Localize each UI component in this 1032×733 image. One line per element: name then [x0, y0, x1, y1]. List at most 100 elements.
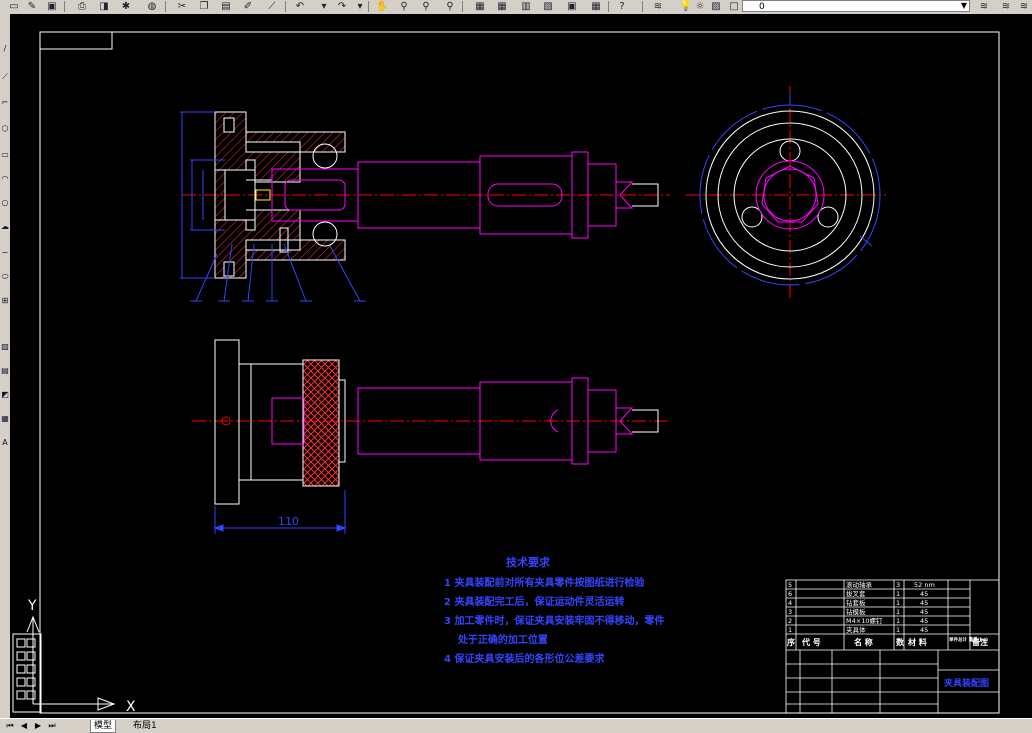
pan-icon[interactable]: ✋ [374, 0, 390, 13]
tech-req-line: 2 夹具装配完工后，保证运动件灵活运转 [444, 595, 624, 608]
first-tab-icon[interactable]: ⏮ [4, 720, 16, 732]
design-center-icon[interactable]: ▦ [494, 0, 510, 13]
dimension-110-label: 110 [278, 515, 299, 528]
layout-tab-bar: ⏮ ◀ ▶ ⏭ 模型 布局1 [0, 718, 1032, 733]
tech-req-line: 4 保证夹具安装后的各形位公差要求 [444, 652, 605, 665]
layer-states-icon[interactable]: ≋ [998, 0, 1014, 13]
row-material: 45 [920, 626, 928, 634]
row-name: 钻套板 [846, 598, 866, 607]
layer-name: 0 [759, 2, 765, 12]
revision-cloud-icon[interactable]: ☁ [0, 220, 10, 234]
properties-icon[interactable]: ▦ [472, 0, 488, 13]
gradient-icon[interactable]: ▤ [0, 364, 10, 378]
mtext-icon[interactable]: A [0, 436, 10, 450]
tab-model[interactable]: 模型 [90, 720, 117, 733]
row-material: 45 [920, 599, 928, 607]
zoom-realtime-icon[interactable]: ⚲ [396, 0, 412, 13]
tab-layout1[interactable]: 布局1 [130, 720, 160, 732]
save-icon[interactable]: ▣ [44, 0, 60, 13]
row-num: 4 [788, 599, 792, 607]
redo-dropdown-icon[interactable]: ▾ [352, 0, 368, 13]
line-icon[interactable]: / [0, 42, 10, 56]
layer-manager-icon[interactable]: ≋ [650, 0, 666, 13]
next-tab-icon[interactable]: ▶ [32, 720, 44, 732]
front-view[interactable]: 110 [192, 339, 670, 534]
cut-icon[interactable]: ✂ [174, 0, 190, 13]
tech-req-line: 处于正确的加工位置 [444, 633, 548, 646]
paste-icon[interactable]: ▤ [218, 0, 234, 13]
last-tab-icon[interactable]: ⏭ [46, 720, 58, 732]
markup-icon[interactable]: ▣ [564, 0, 580, 13]
row-num: 2 [788, 617, 792, 625]
plot-preview-icon[interactable]: ◨ [96, 0, 112, 13]
row-material: 52 nm [914, 581, 935, 589]
copy-icon[interactable]: ❐ [196, 0, 212, 13]
end-view[interactable] [686, 86, 886, 298]
row-material: 45 [920, 608, 928, 616]
undo-dropdown-icon[interactable]: ▾ [316, 0, 332, 13]
ucs-icon: Y X [12, 598, 136, 715]
layer-previous-icon[interactable]: ≋ [976, 0, 992, 13]
layer-lock-icon[interactable]: ▨ [708, 0, 724, 13]
section-view[interactable] [180, 111, 670, 302]
zoom-window-icon[interactable]: ⚲ [418, 0, 434, 13]
redo-icon[interactable]: ↷ [334, 0, 350, 13]
globe-icon[interactable]: ◍ [144, 0, 160, 13]
layer-dropdown[interactable]: 0 ▼ [742, 0, 970, 12]
standard-toolbar: ▭ ✎ ▣ ⎙ ◨ ✱ ◍ ✂ ❐ ▤ ✐ ⟋ ↶ ▾ ↷ ▾ ✋ ⚲ ⚲ ⚲ … [0, 0, 1032, 15]
undo-icon[interactable]: ↶ [292, 0, 308, 13]
construction-line-icon[interactable]: ⟋ [0, 70, 10, 84]
zoom-previous-icon[interactable]: ⚲ [442, 0, 458, 13]
chevron-down-icon[interactable]: ▼ [959, 1, 969, 11]
row-name: M4×10螺钉 [846, 616, 883, 625]
row-qty: 1 [896, 626, 900, 634]
row-qty: 1 [896, 590, 900, 598]
circle-icon[interactable]: ○ [0, 196, 10, 210]
region-icon[interactable]: ◩ [0, 388, 10, 402]
pencil-icon[interactable]: ✎ [24, 0, 40, 13]
ellipse-icon[interactable]: ⬭ [0, 270, 10, 284]
polygon-icon[interactable]: ⬡ [0, 122, 10, 136]
prev-tab-icon[interactable]: ◀ [18, 720, 30, 732]
header-seq: 序 [787, 637, 795, 647]
drawing-name: 夹具装配图 [944, 677, 989, 689]
header-code: 代 号 [801, 637, 821, 647]
layer-translate-icon[interactable]: ≋ [1016, 0, 1032, 13]
ucs-x-label: X [126, 699, 136, 715]
row-qty: 1 [896, 608, 900, 616]
sheet-set-icon[interactable]: ▧ [540, 0, 556, 13]
print-icon[interactable]: ⎙ [74, 0, 90, 13]
tech-req-line: 3 加工零件时，保证夹具安装牢固不得移动，零件 [444, 614, 664, 627]
layer-freeze-sun-icon[interactable]: ☼ [692, 0, 708, 13]
rectangle-icon[interactable]: ▭ [0, 148, 10, 162]
polyline-icon[interactable]: ⌐ [0, 96, 10, 110]
title-block-headers: 序 代 号 名 称 数 材 料 单件总计 重量(kg) 备注 [787, 636, 988, 647]
row-num: 3 [788, 608, 792, 616]
header-qty: 数 [896, 637, 905, 647]
tool-palettes-icon[interactable]: ▥ [518, 0, 534, 13]
row-name: 滚动轴承 [846, 580, 873, 589]
tech-req-title: 技术要求 [506, 555, 551, 569]
insert-block-icon[interactable]: ⊞ [0, 294, 10, 308]
arc-icon[interactable]: ◠ [0, 172, 10, 186]
drawing-canvas[interactable]: 110 技术要求 1 夹具装配前对所有夹具零件按图纸进行检验 2 夹具装配完工后… [10, 14, 1032, 718]
ucs-y-label: Y [27, 598, 37, 614]
row-qty: 1 [896, 599, 900, 607]
header-material: 材 料 [908, 637, 927, 647]
layer-color-icon[interactable]: □ [726, 0, 742, 13]
spline-icon[interactable]: ∼ [0, 246, 10, 260]
hatch-icon[interactable]: ▨ [0, 340, 10, 354]
publish-icon[interactable]: ✱ [118, 0, 134, 13]
calculator-icon[interactable]: ▦ [588, 0, 604, 13]
match-properties-icon[interactable]: ✐ [240, 0, 256, 13]
row-qty: 3 [896, 581, 900, 589]
row-num: 5 [788, 581, 792, 589]
tech-requirements: 技术要求 1 夹具装配前对所有夹具零件按图纸进行检验 2 夹具装配完工后，保证运… [444, 555, 664, 665]
table-icon[interactable]: ▦ [0, 412, 10, 426]
brush-icon[interactable]: ⟋ [264, 0, 280, 13]
help-icon[interactable]: ? [614, 0, 630, 13]
header-remarks: 备注 [971, 637, 988, 647]
tech-req-line: 1 夹具装配前对所有夹具零件按图纸进行检验 [444, 576, 645, 589]
header-name: 名 称 [854, 637, 873, 647]
open-folder-icon[interactable]: ▭ [6, 0, 22, 13]
